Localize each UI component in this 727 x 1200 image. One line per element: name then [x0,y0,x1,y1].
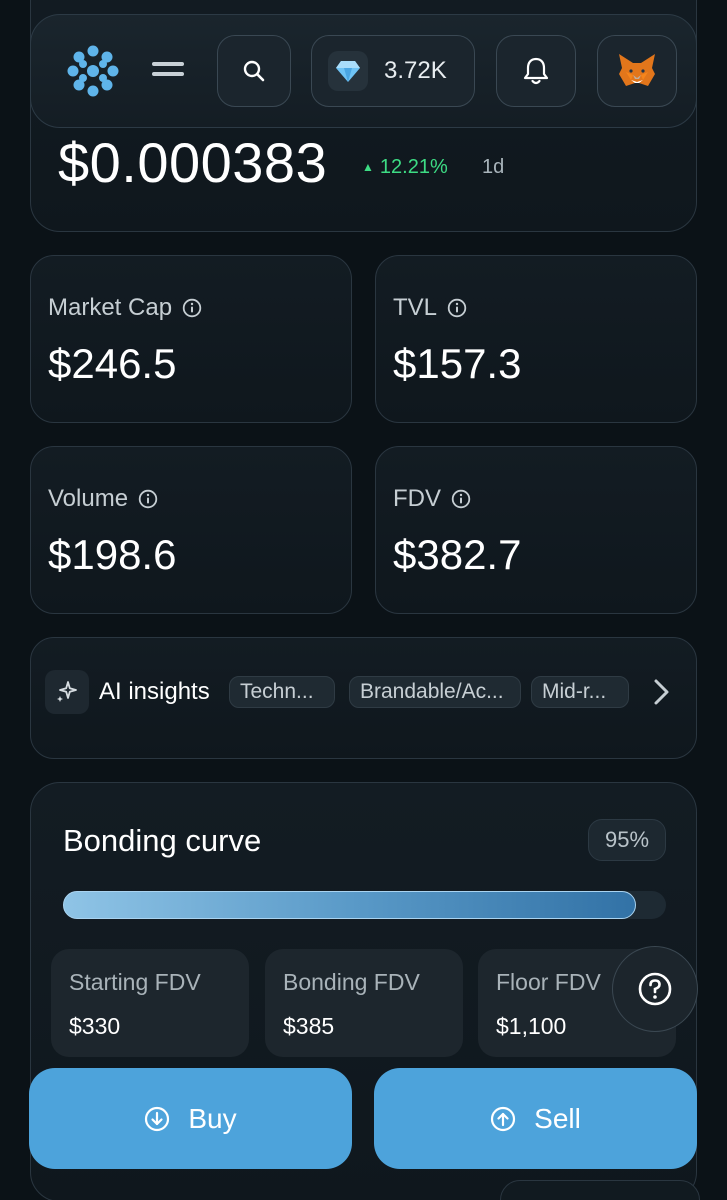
ai-insights-label: AI insights [99,678,210,705]
chevron-right-icon[interactable] [651,676,673,708]
price-change: ▲ 12.21% [362,156,448,179]
info-icon[interactable] [138,489,158,509]
insight-chip[interactable]: Techn... [229,676,335,708]
starting-fdv-box: Starting FDV $330 [51,949,249,1057]
price-period: 1d [482,156,505,178]
buy-button[interactable]: Buy [29,1068,352,1169]
sell-button[interactable]: Sell [374,1068,697,1169]
gem-icon-box [328,51,368,91]
bonding-fdv-box: Bonding FDV $385 [265,949,463,1057]
search-icon [243,60,265,82]
stat-label: TVL [393,294,438,321]
sparkle-icon [57,681,77,702]
stat-card-volume[interactable]: Volume $198.6 [30,446,352,614]
help-icon [638,972,672,1006]
stat-label: Market Cap [48,294,173,321]
stat-label: FDV [393,485,441,512]
bell-icon [523,57,549,85]
search-button[interactable] [217,35,291,107]
fdv-label: Bonding FDV [283,969,420,995]
arrow-up-circle-icon [491,1106,516,1131]
fdv-value: $330 [69,1013,121,1039]
bonding-percent-badge: 95% [588,819,666,861]
insight-chip[interactable]: Brandable/Ac... [349,676,521,708]
bonding-progress-fill [63,891,636,919]
stat-value: $198.6 [48,531,177,578]
info-icon[interactable] [451,489,471,509]
price-change-value: 12.21% [379,156,448,178]
stat-value: $157.3 [393,340,522,387]
logo-icon[interactable] [64,42,122,100]
gems-value: 3.72K [384,57,447,84]
fox-wallet-icon [619,54,655,86]
stat-card-market-cap[interactable]: Market Cap $246.5 [30,255,352,423]
up-triangle-icon: ▲ [362,160,374,174]
help-button[interactable] [612,946,698,1032]
stat-card-tvl[interactable]: TVL $157.3 [375,255,697,423]
info-icon[interactable] [447,298,467,318]
fdv-label: Starting FDV [69,969,201,995]
bottom-partial-card [500,1180,700,1200]
token-price: $0.000383 [58,131,328,194]
notifications-button[interactable] [496,35,576,107]
gems-balance-button[interactable]: 3.72K [311,35,475,107]
fdv-value: $1,100 [496,1013,567,1039]
stat-value: $382.7 [393,531,522,578]
bonding-curve-title: Bonding curve [63,823,262,858]
bonding-progress-track [63,891,666,919]
sell-label: Sell [534,1102,581,1134]
arrow-down-circle-icon [145,1106,170,1131]
gem-icon [336,61,360,82]
fdv-value: $385 [283,1013,335,1039]
stat-value: $246.5 [48,340,177,387]
ai-insights-card[interactable]: AI insights Techn... Brandable/Ac... Mid… [30,637,697,759]
insight-chip[interactable]: Mid-r... [531,676,629,708]
fdv-label: Floor FDV [496,969,601,995]
info-icon[interactable] [182,298,202,318]
buy-label: Buy [188,1102,237,1134]
sparkle-icon-box [45,670,89,714]
stat-label: Volume [48,485,129,512]
stat-card-fdv[interactable]: FDV $382.7 [375,446,697,614]
menu-icon[interactable] [152,62,184,80]
wallet-button[interactable] [597,35,677,107]
